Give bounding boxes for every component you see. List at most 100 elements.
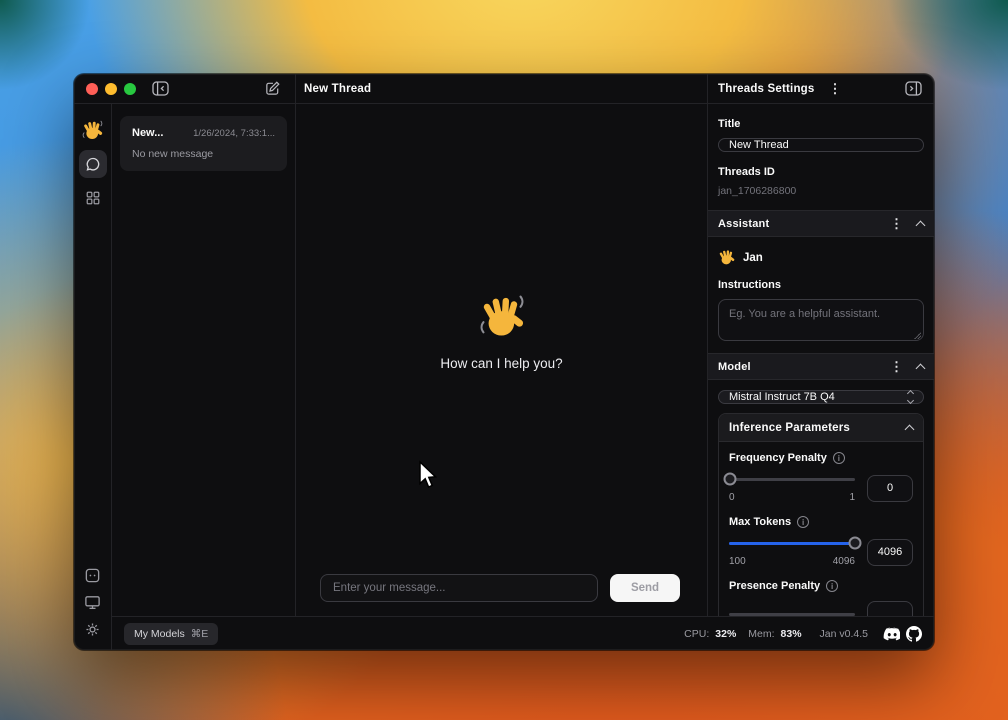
model-section-header[interactable]: Model ⋮ bbox=[708, 353, 934, 380]
panel-collapse-right-icon bbox=[905, 81, 922, 96]
edit-pencil-icon bbox=[264, 80, 281, 97]
thread-list-item[interactable]: New... 1/26/2024, 7:33:1... No new messa… bbox=[120, 116, 287, 171]
traffic-lights bbox=[86, 83, 136, 95]
resize-handle-icon[interactable] bbox=[914, 332, 921, 339]
sidebar-item-system-monitor[interactable] bbox=[84, 594, 101, 611]
param-frequency-penalty: Frequency Penalty i bbox=[729, 452, 913, 503]
model-header-label: Model bbox=[718, 361, 751, 373]
max-tokens-value-input[interactable] bbox=[867, 539, 913, 566]
my-models-button[interactable]: My Models ⌘E bbox=[124, 623, 218, 645]
inference-parameters-card: Inference Parameters Frequency Penalty i bbox=[718, 413, 924, 616]
greeting-text: How can I help you? bbox=[440, 356, 562, 371]
inference-header-label: Inference Parameters bbox=[729, 422, 850, 434]
api-server-icon bbox=[84, 567, 101, 584]
page-title: New Thread bbox=[304, 83, 371, 95]
jan-app-window: New Thread Threads Settings ⋮ bbox=[74, 74, 934, 650]
assistant-kebab-icon[interactable]: ⋮ bbox=[886, 217, 907, 230]
message-input-row: Send bbox=[320, 574, 680, 602]
settings-panel-title: Threads Settings bbox=[718, 83, 815, 95]
param-presence-penalty: Presence Penalty i bbox=[729, 580, 913, 616]
mem-value: 83% bbox=[781, 628, 802, 640]
info-icon[interactable]: i bbox=[826, 580, 838, 592]
zoom-button[interactable] bbox=[124, 83, 136, 95]
discord-icon[interactable] bbox=[882, 627, 900, 641]
thread-list: New... 1/26/2024, 7:33:1... No new messa… bbox=[112, 104, 296, 616]
frequency-penalty-label: Frequency Penalty bbox=[729, 452, 827, 464]
app-version: Jan v0.4.5 bbox=[820, 628, 868, 640]
slider-thumb[interactable] bbox=[724, 473, 737, 486]
thread-preview: No new message bbox=[132, 148, 275, 160]
titlebar-left bbox=[74, 74, 296, 103]
threads-settings-kebab-icon[interactable]: ⋮ bbox=[825, 82, 846, 95]
sidebar-collapse-left-icon bbox=[152, 81, 169, 96]
threads-id-label: Threads ID bbox=[718, 166, 924, 178]
mouse-cursor bbox=[416, 460, 438, 490]
sidebar-bottom-group bbox=[84, 567, 101, 638]
max-tokens-slider[interactable] bbox=[729, 537, 855, 549]
instructions-textarea[interactable] bbox=[718, 299, 924, 341]
inference-parameters-header[interactable]: Inference Parameters bbox=[719, 414, 923, 442]
model-chevron-up-icon[interactable] bbox=[916, 363, 926, 373]
github-icon[interactable] bbox=[906, 626, 922, 642]
chat-bubble-icon bbox=[85, 156, 101, 172]
sidebar-item-assistant[interactable] bbox=[79, 116, 107, 144]
titlebar-right: Threads Settings ⋮ bbox=[708, 74, 934, 103]
slider-thumb[interactable] bbox=[849, 537, 862, 550]
send-button[interactable]: Send bbox=[610, 574, 680, 602]
thread-timestamp: 1/26/2024, 7:33:1... bbox=[193, 128, 275, 139]
slider-min-label: 100 bbox=[729, 556, 746, 567]
system-stats: CPU:32% Mem:83% Jan v0.4.5 bbox=[684, 626, 922, 642]
wave-hand-large-icon bbox=[479, 294, 525, 340]
assistant-chevron-up-icon[interactable] bbox=[916, 220, 926, 230]
info-icon[interactable]: i bbox=[797, 516, 809, 528]
titlebar-center: New Thread bbox=[296, 74, 708, 103]
title-label: Title bbox=[718, 118, 924, 130]
model-select-value: Mistral Instruct 7B Q4 bbox=[729, 391, 835, 403]
sidebar-rail bbox=[74, 104, 112, 650]
threads-settings-panel: Title Threads ID jan_1706286800 Assistan… bbox=[708, 104, 934, 616]
thread-title-input[interactable] bbox=[718, 138, 924, 152]
my-models-label: My Models bbox=[134, 628, 185, 640]
sidebar-item-settings[interactable] bbox=[84, 621, 101, 638]
slider-max-label: 1 bbox=[849, 492, 855, 503]
param-max-tokens: Max Tokens i bbox=[729, 516, 913, 567]
presence-penalty-value-input[interactable] bbox=[867, 601, 913, 616]
close-button[interactable] bbox=[86, 83, 98, 95]
empty-thread-greeting: How can I help you? bbox=[296, 294, 707, 371]
model-kebab-icon[interactable]: ⋮ bbox=[886, 360, 907, 373]
sidebar-item-threads[interactable] bbox=[79, 150, 107, 178]
assistant-name: Jan bbox=[743, 252, 763, 264]
inference-chevron-up-icon[interactable] bbox=[905, 424, 915, 434]
assistant-section-header[interactable]: Assistant ⋮ bbox=[708, 210, 934, 237]
instructions-label: Instructions bbox=[718, 279, 924, 291]
model-select[interactable]: Mistral Instruct 7B Q4 bbox=[718, 390, 924, 404]
max-tokens-label: Max Tokens bbox=[729, 516, 791, 528]
thread-title: New... bbox=[132, 127, 163, 139]
slider-min-label: 0 bbox=[729, 492, 735, 503]
wave-hand-icon bbox=[82, 120, 103, 141]
assistant-identity: Jan bbox=[718, 249, 924, 266]
my-models-shortcut: ⌘E bbox=[191, 628, 209, 640]
select-chevrons-icon bbox=[908, 391, 913, 403]
info-icon[interactable]: i bbox=[833, 452, 845, 464]
titlebar: New Thread Threads Settings ⋮ bbox=[74, 74, 934, 104]
sidebar-item-hub[interactable] bbox=[79, 184, 107, 212]
message-input[interactable] bbox=[320, 574, 598, 602]
assistant-header-label: Assistant bbox=[718, 218, 769, 230]
presence-penalty-slider[interactable] bbox=[729, 609, 855, 617]
status-bar: My Models ⌘E CPU:32% Mem:83% Jan v0.4.5 bbox=[112, 616, 934, 650]
minimize-button[interactable] bbox=[105, 83, 117, 95]
frequency-penalty-value-input[interactable] bbox=[867, 475, 913, 502]
new-thread-button[interactable] bbox=[262, 78, 283, 99]
chat-main-area: How can I help you? Send bbox=[296, 104, 708, 616]
grid-apps-icon bbox=[85, 190, 101, 206]
monitor-icon bbox=[84, 594, 101, 611]
collapse-sidebar-button[interactable] bbox=[150, 79, 171, 98]
sidebar-item-local-api[interactable] bbox=[84, 567, 101, 584]
presence-penalty-label: Presence Penalty bbox=[729, 580, 820, 592]
cpu-label: CPU: bbox=[684, 628, 709, 640]
threads-id-value: jan_1706286800 bbox=[718, 185, 924, 197]
frequency-penalty-slider[interactable] bbox=[729, 473, 855, 485]
collapse-right-panel-button[interactable] bbox=[903, 79, 924, 98]
mem-label: Mem: bbox=[748, 628, 774, 640]
